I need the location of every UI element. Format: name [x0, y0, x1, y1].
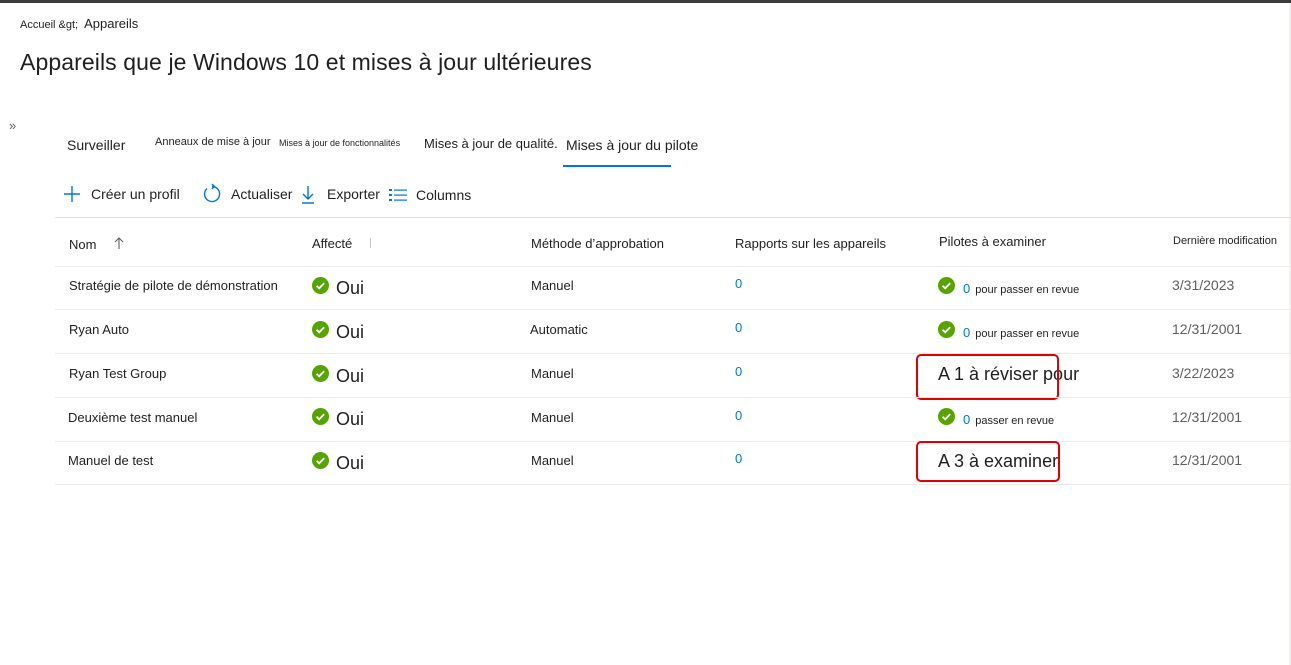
last-modified: 12/31/2001 — [1172, 321, 1243, 337]
row-name[interactable]: Deuxième test manuel — [68, 410, 197, 425]
download-icon — [299, 183, 317, 205]
row-name[interactable]: Ryan Test Group — [69, 366, 166, 381]
column-header-assigned[interactable]: Affecté — [312, 236, 352, 251]
tab-selected-indicator — [563, 165, 671, 167]
columns-label: Columns — [416, 187, 472, 203]
approval-method: Automatic — [530, 322, 588, 337]
checkmark-circle-icon — [938, 277, 955, 299]
approval-method: Manuel — [531, 410, 574, 425]
checkmark-circle-icon — [312, 365, 329, 387]
expand-menu-icon[interactable]: » — [9, 118, 16, 133]
breadcrumb-home[interactable]: Accueil &gt; — [20, 19, 78, 31]
assigned-value: Oui — [336, 452, 365, 473]
assigned-status: Oui — [312, 321, 364, 343]
table-top-divider — [55, 217, 1291, 218]
checkmark-circle-icon — [312, 321, 329, 343]
row-name[interactable]: Ryan Auto — [69, 322, 129, 337]
column-resize-handle[interactable] — [370, 238, 371, 248]
last-modified: 3/22/2023 — [1172, 365, 1235, 381]
tab-quality-updates[interactable]: Mises à jour de qualité. — [424, 136, 558, 151]
assigned-value: Oui — [336, 277, 365, 298]
refresh-label: Actualiser — [231, 186, 293, 202]
refresh-button[interactable]: Actualiser — [201, 183, 292, 205]
drivers-suffix: pour passer en revue — [975, 328, 1080, 340]
checkmark-circle-icon — [938, 321, 955, 343]
device-reports-link[interactable]: 0 — [735, 276, 742, 291]
tab-feature-updates[interactable]: Mises à jour de fonctionnalités — [279, 138, 400, 148]
breadcrumb: Accueil &gt; Appareils — [20, 16, 138, 31]
drivers-suffix: pour passer en revue — [975, 284, 1080, 296]
device-reports-link[interactable]: 0 — [735, 320, 742, 335]
checkmark-circle-icon — [312, 277, 329, 299]
assigned-status: Oui — [312, 452, 364, 474]
row-name[interactable]: Stratégie de pilote de démonstration — [69, 278, 278, 293]
highlight-box — [916, 354, 1059, 400]
row-divider — [55, 309, 1291, 310]
row-divider — [55, 266, 1291, 267]
checkmark-circle-icon — [312, 408, 329, 430]
row-name[interactable]: Manuel de test — [68, 453, 153, 468]
checkmark-circle-icon — [938, 408, 955, 430]
last-modified: 12/31/2001 — [1172, 452, 1243, 468]
breadcrumb-current[interactable]: Appareils — [84, 16, 138, 31]
drivers-suffix: passer en revue — [975, 415, 1055, 427]
column-header-name[interactable]: Nom — [69, 236, 124, 253]
tab-update-rings[interactable]: Anneaux de mise à jour — [155, 136, 271, 148]
column-header-name-label: Nom — [69, 237, 97, 252]
columns-button[interactable]: Columns — [387, 184, 471, 206]
create-profile-button[interactable]: Créer un profil — [62, 183, 180, 205]
assigned-status: Oui — [312, 277, 364, 299]
assigned-value: Oui — [336, 321, 365, 342]
drivers-to-review: 0 pour passer en revue — [938, 321, 1079, 343]
drivers-to-review: 0 pour passer en revue — [938, 277, 1079, 299]
page-title: Appareils que je Windows 10 et mises à j… — [20, 49, 592, 75]
drivers-count-link[interactable]: 0 — [963, 325, 970, 340]
approval-method: Manuel — [531, 278, 574, 293]
device-reports-link[interactable]: 0 — [735, 364, 742, 379]
row-divider — [55, 484, 1291, 485]
list-icon — [387, 186, 409, 204]
column-header-drivers[interactable]: Pilotes à examiner — [939, 234, 1046, 249]
last-modified: 3/31/2023 — [1172, 277, 1235, 293]
row-divider — [55, 441, 1291, 442]
assigned-status: Oui — [312, 365, 364, 387]
checkmark-circle-icon — [312, 452, 329, 474]
export-button[interactable]: Exporter — [299, 183, 380, 205]
row-divider — [55, 397, 1291, 398]
create-profile-label: Créer un profil — [91, 186, 180, 202]
approval-method: Manuel — [531, 366, 574, 381]
assigned-value: Oui — [336, 408, 365, 429]
tab-monitor[interactable]: Surveiller — [67, 137, 125, 153]
arrow-up-icon — [114, 236, 124, 253]
device-reports-link[interactable]: 0 — [735, 408, 742, 423]
top-border — [0, 0, 1291, 3]
row-divider — [55, 353, 1291, 354]
column-header-modified[interactable]: Dernière modification — [1173, 235, 1277, 247]
assigned-value: Oui — [336, 365, 365, 386]
column-header-approval[interactable]: Méthode d’approbation — [531, 236, 664, 251]
highlight-box — [916, 441, 1060, 482]
assigned-status: Oui — [312, 408, 364, 430]
export-label: Exporter — [327, 186, 380, 202]
last-modified: 12/31/2001 — [1172, 409, 1243, 425]
device-reports-link[interactable]: 0 — [735, 451, 742, 466]
drivers-count-link[interactable]: 0 — [963, 281, 970, 296]
refresh-icon — [201, 183, 223, 205]
drivers-to-review: 0 passer en revue — [938, 408, 1054, 430]
plus-icon — [62, 184, 82, 204]
drivers-count-link[interactable]: 0 — [963, 412, 970, 427]
column-header-reports[interactable]: Rapports sur les appareils — [735, 236, 886, 251]
approval-method: Manuel — [531, 453, 574, 468]
tab-driver-updates[interactable]: Mises à jour du pilote — [566, 137, 698, 153]
